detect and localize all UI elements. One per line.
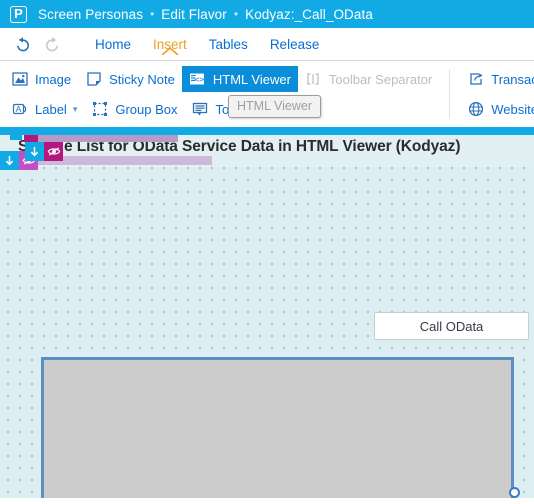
adorner-bar-2 (38, 156, 212, 165)
resize-handle-right[interactable] (509, 487, 520, 498)
tab-home[interactable]: Home (84, 37, 142, 52)
insert-website-button-button[interactable]: Website B (460, 96, 534, 122)
tab-tables[interactable]: Tables (198, 37, 259, 52)
insert-group-box-label: Group Box (115, 101, 178, 117)
active-tab-indicator-icon (161, 43, 179, 58)
ribbon-row-1: Image Sticky Note <> HTML Viewer Toolbar… (4, 64, 439, 94)
insert-label-label: Label (35, 101, 67, 117)
insert-html-viewer-label: HTML Viewer (212, 71, 291, 87)
flavor-name: Kodyaz:_Call_OData (245, 6, 373, 22)
call-odata-button[interactable]: Call OData (374, 312, 529, 340)
adorner-bar-1 (38, 135, 178, 142)
arrow-down-badge-2[interactable] (0, 151, 19, 170)
adorner-chip-magenta (24, 135, 38, 142)
sticky-note-icon (85, 71, 102, 88)
insert-group-box-button[interactable]: Group Box (84, 96, 184, 122)
title-bar: P Screen Personas • Edit Flavor • Kodyaz… (0, 0, 534, 28)
insert-sticky-note-button[interactable]: Sticky Note (78, 66, 182, 92)
ribbon-row-2: A Label ▾ Group Box (4, 94, 439, 124)
website-button-icon (467, 101, 484, 118)
html-viewer-placeholder[interactable] (41, 357, 514, 498)
adorner-badges-row-1b (24, 135, 178, 142)
insert-transaction-label: Transaction (491, 71, 534, 87)
ribbon-group-controls: Image Sticky Note <> HTML Viewer Toolbar… (0, 61, 443, 127)
ribbon-toolbar: Image Sticky Note <> HTML Viewer Toolbar… (0, 61, 534, 127)
redo-button[interactable] (41, 34, 63, 56)
editor-mode: Edit Flavor (161, 6, 227, 22)
insert-image-label: Image (35, 71, 72, 87)
tab-release-label: Release (269, 37, 320, 52)
app-name: Screen Personas (38, 6, 144, 22)
label-icon: A (11, 101, 28, 118)
svg-text:A: A (15, 104, 21, 114)
canvas-top-divider (0, 127, 534, 135)
title-separator-1: • (150, 7, 155, 21)
html-viewer-tooltip: HTML Viewer (228, 95, 322, 118)
tab-tables-label: Tables (208, 37, 248, 52)
title-separator-2: • (233, 7, 239, 21)
tooltip-icon (192, 101, 209, 118)
image-icon (11, 71, 28, 88)
adorner-marker-1 (10, 135, 22, 140)
toolbar-separator-icon (305, 71, 322, 88)
insert-image-button[interactable]: Image (4, 66, 78, 92)
adorner-badges-row-1 (10, 135, 22, 140)
adorner-badges-row-1c (25, 142, 63, 161)
insert-website-button-label: Website B (491, 101, 534, 117)
insert-toolbar-separator-button: Toolbar Separator (298, 66, 439, 92)
html-viewer-icon: <> (189, 71, 206, 88)
insert-transaction-button[interactable]: Transaction (460, 66, 534, 92)
ribbon-tabs: Home Insert Tables Release (84, 37, 331, 56)
insert-label-button[interactable]: A Label ▾ (4, 96, 84, 122)
svg-text:<>: <> (195, 75, 205, 84)
logo-letter: P (14, 5, 23, 21)
insert-html-viewer-button[interactable]: <> HTML Viewer (181, 66, 298, 92)
ribbon-group-divider (449, 69, 451, 119)
tab-release[interactable]: Release (259, 37, 331, 52)
insert-sticky-note-label: Sticky Note (109, 71, 175, 87)
screen-personas-logo-icon: P (10, 5, 27, 23)
visibility-badge-1[interactable] (44, 142, 63, 161)
ribbon-row-3: Transaction (460, 64, 534, 94)
transaction-icon (467, 71, 484, 88)
tab-home-label: Home (95, 37, 132, 52)
ribbon-tab-bar: Home Insert Tables Release (0, 28, 534, 61)
call-odata-button-label: Call OData (419, 318, 484, 334)
group-box-icon (91, 101, 108, 118)
flavor-canvas: Sample List for OData Service Data in HT… (0, 135, 534, 498)
insert-toolbar-separator-label: Toolbar Separator (328, 71, 433, 87)
undo-button[interactable] (12, 34, 34, 56)
ribbon-group-navigation: Transaction Website B (456, 61, 534, 127)
tab-insert[interactable]: Insert (142, 37, 198, 56)
chevron-down-icon[interactable]: ▾ (73, 104, 78, 114)
ribbon-row-4: Website B (460, 94, 534, 124)
arrow-down-badge-1[interactable] (25, 142, 44, 161)
